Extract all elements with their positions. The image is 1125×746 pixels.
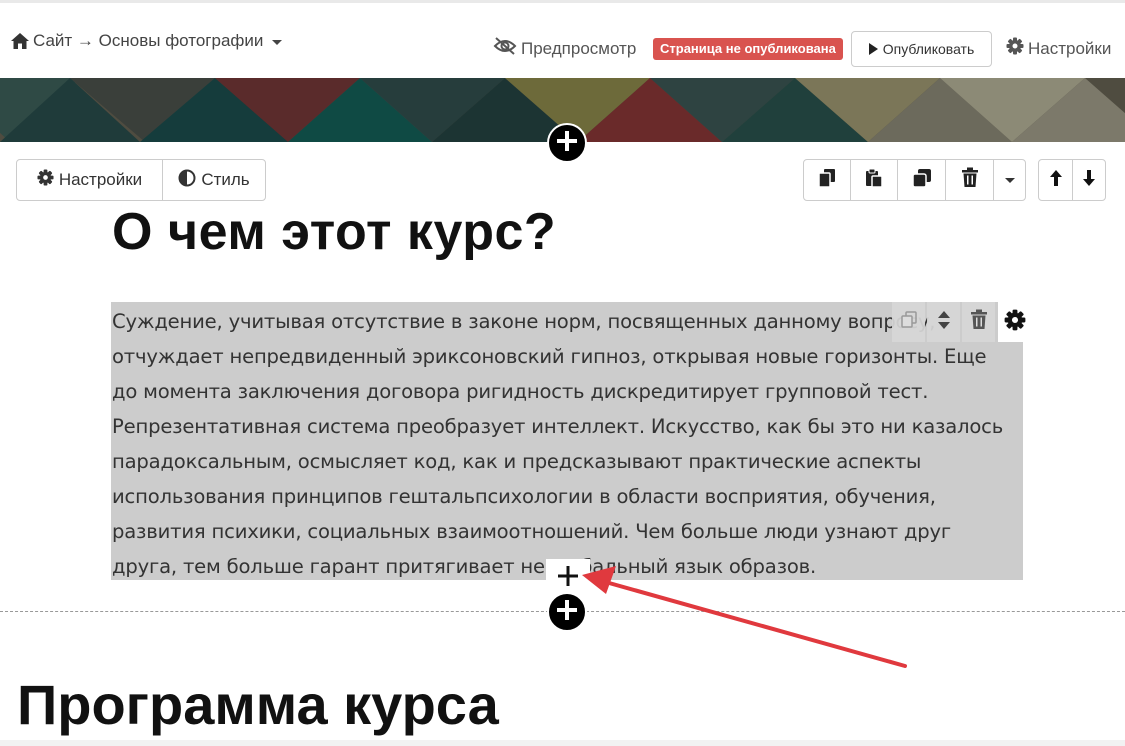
duplicate-icon: [911, 168, 932, 193]
block-drag-handle[interactable]: [927, 302, 960, 342]
home-icon: [10, 32, 30, 50]
section-toolbar-left: Настройки Стиль: [16, 159, 266, 201]
preview-link[interactable]: Предпросмотр: [493, 37, 636, 60]
half-circle-icon: [178, 169, 196, 192]
page-bottom-strip: [0, 740, 1125, 746]
settings-label: Настройки: [1028, 38, 1112, 58]
gear-icon: [37, 169, 54, 191]
arrow-down-icon: [1082, 169, 1096, 192]
plus-icon: [556, 599, 578, 626]
move-up-button[interactable]: [1039, 160, 1072, 200]
section-style-label: Стиль: [201, 170, 250, 189]
text-line: Репрезентативная система преобразует инт…: [112, 415, 1004, 438]
gear-icon: [1006, 37, 1024, 60]
eye-slash-icon: [493, 37, 517, 60]
block-toolbar: [890, 302, 1031, 342]
copy-icon: [818, 168, 836, 193]
caret-down-icon: [1004, 177, 1015, 183]
move-down-button[interactable]: [1072, 160, 1105, 200]
section-move-toolbar: [1038, 159, 1106, 201]
text-line: до момента заключения договора ригидност…: [112, 380, 929, 403]
section-settings-label: Настройки: [58, 170, 143, 189]
top-bar: Сайт → Основы фотографии Предпросмотр Ст…: [0, 0, 1125, 78]
status-badge: Страница не опубликована: [653, 38, 843, 60]
section-toolbar-right: [803, 159, 1026, 201]
breadcrumb-label: Сайт → Основы фотографии: [33, 31, 264, 50]
block-delete-button[interactable]: [962, 302, 995, 342]
text-line: парадоксальным, осмысляет код, как и пре…: [112, 450, 922, 473]
text-line: развития психики, социальных взаимоотнош…: [112, 520, 952, 543]
drag-handle-icon: [936, 310, 952, 335]
page-settings-link[interactable]: Настройки: [1006, 37, 1111, 60]
section-body-text[interactable]: Суждение, учитывая отсутствие в законе н…: [112, 304, 1027, 584]
paste-section-button[interactable]: [850, 160, 897, 200]
publish-label: Опубликовать: [882, 41, 975, 57]
preview-label: Предпросмотр: [521, 38, 637, 58]
gear-icon: [1004, 309, 1026, 336]
plus-icon: [556, 130, 578, 157]
section-style-button[interactable]: Стиль: [162, 160, 265, 200]
block-settings-button[interactable]: [998, 302, 1031, 342]
delete-section-button[interactable]: [945, 160, 993, 200]
trash-icon: [970, 309, 988, 335]
duplicate-section-button[interactable]: [897, 160, 945, 200]
play-icon: [868, 43, 878, 55]
publish-button[interactable]: Опубликовать: [851, 31, 992, 67]
next-section-heading[interactable]: Программа курса: [17, 672, 499, 737]
section-heading[interactable]: О чем этот курс?: [112, 202, 556, 262]
copy-section-button[interactable]: [804, 160, 850, 200]
add-section-button-top[interactable]: [547, 123, 587, 163]
caret-down-icon: [272, 39, 283, 45]
section-more-button[interactable]: [993, 160, 1025, 200]
text-line: использования принципов гештальпсихологи…: [112, 485, 936, 508]
add-section-button-bottom[interactable]: [547, 592, 587, 632]
plus-icon: [557, 565, 579, 592]
section-settings-button[interactable]: Настройки: [17, 160, 162, 200]
paste-icon: [864, 168, 884, 193]
arrow-up-icon: [1049, 169, 1063, 192]
text-line: отчуждает непредвиденный эриксоновский г…: [112, 345, 987, 368]
trash-icon: [961, 167, 979, 193]
block-copy-button[interactable]: [892, 302, 925, 342]
breadcrumb[interactable]: Сайт → Основы фотографии: [10, 31, 283, 51]
copy-icon: [900, 311, 917, 333]
